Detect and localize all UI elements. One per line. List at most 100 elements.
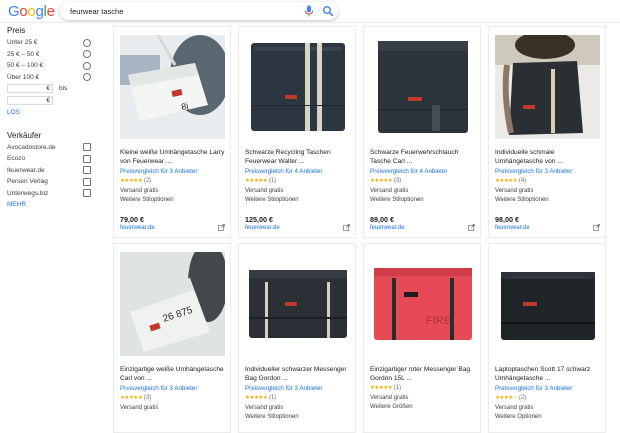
product-title[interactable]: Kleine weiße Umhängetasche Larry von Feu… bbox=[120, 148, 228, 166]
seller-option-5[interactable]: Unterwegs.biz bbox=[7, 188, 97, 200]
rating: ★★★★☆ (2) bbox=[495, 395, 526, 401]
open-in-new-icon[interactable] bbox=[593, 224, 600, 231]
product-image[interactable] bbox=[370, 35, 475, 139]
open-in-new-icon[interactable] bbox=[468, 224, 475, 231]
product-card[interactable]: 8j Kleine weiße Umhängetasche Larry von … bbox=[113, 26, 231, 238]
seller-option-4[interactable]: Persen Verlag bbox=[7, 176, 97, 188]
search-input[interactable] bbox=[70, 4, 290, 18]
price-option-2[interactable]: 25 € – 50 € bbox=[7, 49, 97, 61]
open-in-new-icon[interactable] bbox=[218, 224, 225, 231]
rating: ★★★★★ (1) bbox=[245, 395, 276, 401]
product-title[interactable]: Einzigartiger roter Messenger Bag Gordon… bbox=[370, 365, 478, 383]
radio-button[interactable] bbox=[83, 73, 91, 81]
search-box bbox=[60, 2, 338, 20]
go-button[interactable]: LOS bbox=[7, 107, 97, 119]
price: 125,00 € bbox=[245, 215, 273, 224]
product-card[interactable]: Individueller schwarzer Messenger Bag Go… bbox=[238, 243, 356, 433]
seller-option-3[interactable]: feuerwear.de bbox=[7, 165, 97, 177]
shop-name[interactable]: feuerwear.de bbox=[495, 225, 530, 231]
rating: ★★★★★ (3) bbox=[370, 178, 401, 184]
shipping-info: Versand gratis bbox=[370, 395, 409, 401]
checkbox[interactable] bbox=[83, 154, 91, 163]
price-option-1[interactable]: Unter 25 € bbox=[7, 37, 97, 49]
product-image[interactable] bbox=[495, 35, 600, 139]
review-count: (4) bbox=[518, 178, 527, 184]
product-title[interactable]: Individueller schwarzer Messenger Bag Go… bbox=[245, 365, 353, 383]
compare-link[interactable]: Preisvergleich für 3 Anbieter bbox=[245, 385, 322, 392]
mic-icon[interactable] bbox=[304, 5, 314, 17]
product-title[interactable]: Laptoptaschen Scott 17 schwarz Umhängeta… bbox=[495, 365, 603, 383]
radio-button[interactable] bbox=[83, 50, 91, 58]
search-icon[interactable] bbox=[322, 5, 334, 17]
rating: ★★★★★ (3) bbox=[120, 395, 151, 401]
rating-stars: ★★★★★ bbox=[370, 178, 393, 184]
product-image[interactable]: FIRE bbox=[370, 252, 475, 356]
checkbox[interactable] bbox=[83, 189, 91, 197]
checkbox[interactable] bbox=[83, 177, 91, 186]
rating: ★★★★★ (4) bbox=[495, 178, 526, 184]
rating-stars: ★★★★★ bbox=[370, 385, 393, 391]
compare-link[interactable]: Preisvergleich für 3 Anbieter bbox=[495, 385, 572, 392]
price-filter-title: Preis bbox=[7, 26, 26, 35]
product-image[interactable]: 26 875 bbox=[120, 252, 225, 356]
product-title[interactable]: Schwarze Recycling Taschen Feuerwear Wal… bbox=[245, 148, 353, 166]
google-logo[interactable]: Google bbox=[8, 3, 55, 20]
shipping-info: Versand gratis bbox=[120, 405, 159, 411]
price-option-4[interactable]: Über 100 € bbox=[7, 72, 97, 84]
shipping-info: Versand gratis bbox=[495, 188, 534, 194]
rating-stars: ★★★★★ bbox=[245, 178, 268, 184]
price-option-3[interactable]: 50 € – 100 € bbox=[7, 60, 97, 72]
rating: ★★★★★ (1) bbox=[370, 385, 401, 391]
product-card[interactable]: Individuelle schmale Umhängetasche von .… bbox=[488, 26, 606, 238]
more-options: Weitere Stiloptionen bbox=[495, 197, 549, 203]
compare-link[interactable]: Preisvergleich für 4 Anbieter bbox=[245, 168, 322, 175]
radio-button[interactable] bbox=[83, 61, 91, 70]
shop-name[interactable]: feuerwear.de bbox=[370, 225, 405, 231]
more-options: Weitere Stiloptionen bbox=[370, 197, 424, 203]
header-divider bbox=[0, 22, 620, 23]
radio-button[interactable] bbox=[83, 38, 91, 47]
seller-option-1[interactable]: Avocadostore.de bbox=[7, 142, 97, 154]
product-image[interactable] bbox=[495, 252, 600, 356]
checkbox[interactable] bbox=[83, 166, 91, 174]
seller-option-2[interactable]: Ecozo bbox=[7, 153, 97, 165]
shop-name[interactable]: feuerwear.de bbox=[245, 225, 280, 231]
product-image[interactable] bbox=[245, 35, 350, 139]
compare-link[interactable]: Preisvergleich für 3 Anbieter bbox=[120, 385, 197, 392]
product-title[interactable]: Einzigartige weiße Umhängetasche Carl vo… bbox=[120, 365, 228, 383]
review-count: (2) bbox=[518, 395, 527, 401]
product-card[interactable]: FIRE Einzigartiger roter Messenger Bag G… bbox=[363, 243, 481, 433]
review-count: (3) bbox=[393, 178, 402, 184]
price-range-max: € bbox=[7, 95, 97, 107]
product-card[interactable]: 26 875 Einzigartige weiße Umhängetasche … bbox=[113, 243, 231, 433]
rating-stars: ★★★★★ bbox=[120, 395, 143, 401]
checkbox[interactable] bbox=[83, 143, 91, 151]
open-in-new-icon[interactable] bbox=[343, 224, 350, 231]
shipping-info: Versand gratis bbox=[495, 405, 534, 411]
compare-link[interactable]: Preisvergleich für 3 Anbieter bbox=[495, 168, 572, 175]
product-image[interactable]: 8j bbox=[120, 35, 225, 139]
product-title[interactable]: Individuelle schmale Umhängetasche von .… bbox=[495, 148, 603, 166]
compare-link[interactable]: Preisvergleich für 4 Anbieter bbox=[370, 168, 447, 175]
review-count: (3) bbox=[143, 395, 152, 401]
svg-text:FIRE: FIRE bbox=[426, 315, 451, 327]
more-sellers-link[interactable]: MEHR bbox=[7, 199, 97, 211]
rating: ★★★★★ (2) bbox=[120, 178, 151, 184]
product-image[interactable] bbox=[245, 252, 350, 356]
shipping-info: Versand gratis bbox=[245, 188, 284, 194]
more-options: Weitere Stiloptionen bbox=[245, 414, 299, 420]
product-card[interactable]: Schwarze Feuerwehrschlauch Tasche Carl .… bbox=[363, 26, 481, 238]
more-options: Weitere Stiloptionen bbox=[120, 197, 174, 203]
product-card[interactable]: Laptoptaschen Scott 17 schwarz Umhängeta… bbox=[488, 243, 606, 433]
rating-stars: ★★★★☆ bbox=[495, 395, 518, 401]
min-price-input[interactable]: € bbox=[7, 84, 53, 93]
shipping-info: Versand gratis bbox=[120, 188, 159, 194]
max-price-input[interactable]: € bbox=[7, 96, 53, 105]
shop-name[interactable]: feuerwear.de bbox=[120, 225, 155, 231]
product-title[interactable]: Schwarze Feuerwehrschlauch Tasche Carl .… bbox=[370, 148, 478, 166]
rating-stars: ★★★★★ bbox=[245, 395, 268, 401]
review-count: (2) bbox=[143, 178, 152, 184]
compare-link[interactable]: Preisvergleich für 3 Anbieter bbox=[120, 168, 197, 175]
product-card[interactable]: Schwarze Recycling Taschen Feuerwear Wal… bbox=[238, 26, 356, 238]
